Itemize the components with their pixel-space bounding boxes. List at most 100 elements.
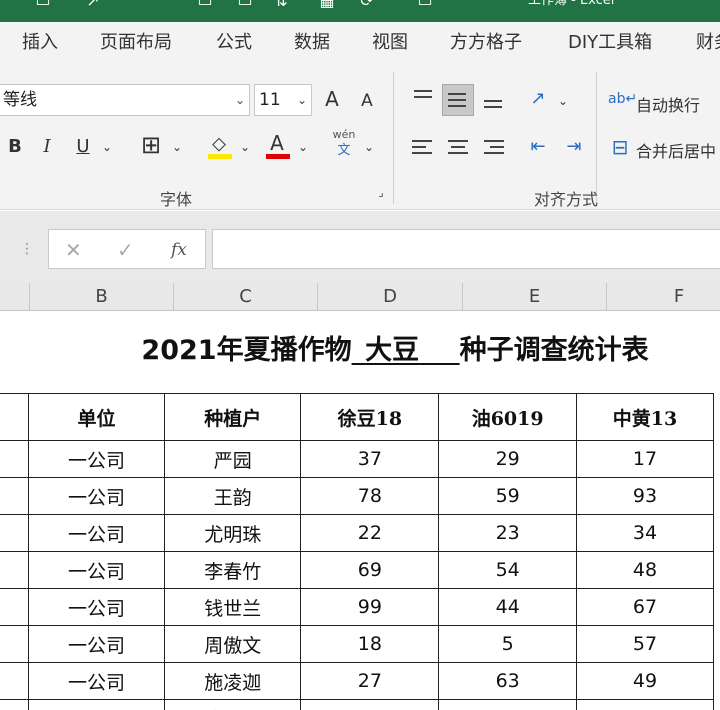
- cell[interactable]: 48: [575, 551, 715, 589]
- cell[interactable]: 一公司: [27, 514, 166, 552]
- cell[interactable]: 49: [575, 662, 715, 700]
- decrease-font-button[interactable]: A: [356, 86, 378, 116]
- header-xudou18[interactable]: 徐豆18: [300, 393, 440, 441]
- header-unit[interactable]: 单位: [27, 393, 166, 441]
- cell[interactable]: 一公司: [27, 551, 166, 589]
- cell[interactable]: 施凌迦: [164, 662, 302, 700]
- row-stub[interactable]: [0, 440, 29, 478]
- cell[interactable]: [438, 699, 577, 710]
- cell[interactable]: 一公司: [27, 625, 166, 663]
- tab-view[interactable]: 视图: [372, 22, 408, 64]
- print-icon[interactable]: ▭: [196, 0, 214, 12]
- header-zhonghuang13[interactable]: 中黄13: [575, 393, 715, 441]
- cancel-icon[interactable]: ✕: [65, 230, 82, 270]
- cell[interactable]: 23: [438, 514, 577, 552]
- decrease-indent-icon[interactable]: ⇤: [524, 132, 552, 162]
- cell[interactable]: 27: [300, 662, 440, 700]
- tab-fangfang[interactable]: 方方格子: [450, 22, 522, 64]
- formula-input[interactable]: [212, 229, 720, 269]
- phonetic-guide-top[interactable]: wén: [330, 128, 358, 142]
- merge-center-icon[interactable]: ⊟: [606, 132, 634, 162]
- chevron-down-icon[interactable]: ⌄: [238, 132, 252, 162]
- cell[interactable]: 37: [300, 440, 440, 478]
- chevron-down-icon[interactable]: ⌄: [100, 132, 114, 162]
- tab-formulas[interactable]: 公式: [216, 22, 252, 64]
- phonetic-guide-bottom[interactable]: 文: [330, 144, 358, 158]
- insert-function-icon[interactable]: fx: [171, 230, 187, 270]
- cell[interactable]: 一公司: [27, 440, 166, 478]
- cell[interactable]: [575, 699, 715, 710]
- cell[interactable]: 29: [438, 440, 577, 478]
- italic-button[interactable]: I: [38, 132, 56, 162]
- cell[interactable]: 57: [575, 625, 715, 663]
- cell[interactable]: 63: [438, 662, 577, 700]
- cell[interactable]: 67: [575, 588, 715, 626]
- row-stub[interactable]: [0, 393, 29, 441]
- tab-data[interactable]: 数据: [294, 22, 330, 64]
- wrap-text-button[interactable]: 自动换行: [636, 92, 700, 116]
- copy-icon[interactable]: ▭: [236, 0, 254, 12]
- cell[interactable]: 一公司: [27, 699, 166, 710]
- camera-icon[interactable]: ▭: [416, 0, 434, 12]
- cell[interactable]: 22: [300, 514, 440, 552]
- sheet-title[interactable]: 2021年夏播作物 大豆 种子调查统计表: [30, 328, 720, 367]
- borders-icon[interactable]: ⊞: [138, 130, 164, 160]
- chevron-down-icon[interactable]: ⌄: [296, 132, 310, 162]
- cell[interactable]: 69: [300, 551, 440, 589]
- cell[interactable]: 严园: [164, 440, 302, 478]
- cell[interactable]: 18: [300, 625, 440, 663]
- cell[interactable]: 54: [438, 551, 577, 589]
- enter-icon[interactable]: ✓: [117, 230, 134, 270]
- cell[interactable]: 99: [300, 588, 440, 626]
- font-name-select[interactable]: 等线 ⌄: [0, 84, 250, 116]
- increase-indent-icon[interactable]: ⇥: [560, 132, 588, 162]
- row-stub[interactable]: [0, 514, 29, 552]
- font-size-select[interactable]: 11 ⌄: [254, 84, 312, 116]
- wrap-text-icon[interactable]: ab↵: [608, 84, 637, 114]
- row-stub[interactable]: [0, 551, 29, 589]
- save-icon[interactable]: ▭: [34, 0, 52, 12]
- column-header-e[interactable]: E: [463, 283, 607, 311]
- row-stub[interactable]: [0, 588, 29, 626]
- cell[interactable]: 李春竹: [164, 551, 302, 589]
- header-you6019[interactable]: 油6019: [438, 393, 577, 441]
- row-stub[interactable]: [0, 662, 29, 700]
- chevron-down-icon[interactable]: ⌄: [170, 132, 184, 162]
- cell[interactable]: 17: [575, 440, 715, 478]
- row-stub[interactable]: [0, 625, 29, 663]
- cell[interactable]: 5: [438, 625, 577, 663]
- row-stub[interactable]: [0, 699, 29, 710]
- cell[interactable]: 34: [575, 514, 715, 552]
- sort-icon[interactable]: ⇅: [272, 0, 290, 12]
- column-header-f[interactable]: F: [607, 283, 720, 311]
- cell[interactable]: 尤明珠: [164, 514, 302, 552]
- table-icon[interactable]: ▦: [318, 0, 336, 12]
- dialog-launcher-icon[interactable]: ⌟: [374, 186, 388, 200]
- row-stub[interactable]: [0, 477, 29, 515]
- increase-font-button[interactable]: A: [320, 84, 344, 114]
- cell[interactable]: 王韵: [164, 477, 302, 515]
- cell[interactable]: 周傲文: [164, 625, 302, 663]
- column-header-c[interactable]: C: [174, 283, 318, 311]
- cell[interactable]: 一公司: [27, 588, 166, 626]
- format-icon[interactable]: ⟳: [358, 0, 376, 12]
- column-header-b[interactable]: B: [30, 283, 174, 311]
- underline-button[interactable]: U: [74, 132, 92, 162]
- cell[interactable]: 78: [300, 477, 440, 515]
- cell[interactable]: 59: [438, 477, 577, 515]
- column-header-d[interactable]: D: [318, 283, 463, 311]
- cell[interactable]: 93: [575, 477, 715, 515]
- tab-diy-toolbox[interactable]: DIY工具箱: [568, 22, 652, 64]
- cell[interactable]: 一公司: [27, 662, 166, 700]
- column-header-a[interactable]: [0, 283, 30, 311]
- header-grower[interactable]: 种植户: [164, 393, 302, 441]
- redo-icon[interactable]: ↗: [84, 0, 102, 12]
- tab-finance[interactable]: 财务: [696, 22, 720, 64]
- merge-center-button[interactable]: 合并后居中: [636, 138, 716, 162]
- tab-insert[interactable]: 插入: [22, 22, 58, 64]
- cell[interactable]: [300, 699, 440, 710]
- cell[interactable]: 钱世兰: [164, 588, 302, 626]
- more-icon[interactable]: ⋮: [20, 229, 34, 269]
- cell[interactable]: 一公司: [27, 477, 166, 515]
- tab-page-layout[interactable]: 页面布局: [100, 22, 172, 64]
